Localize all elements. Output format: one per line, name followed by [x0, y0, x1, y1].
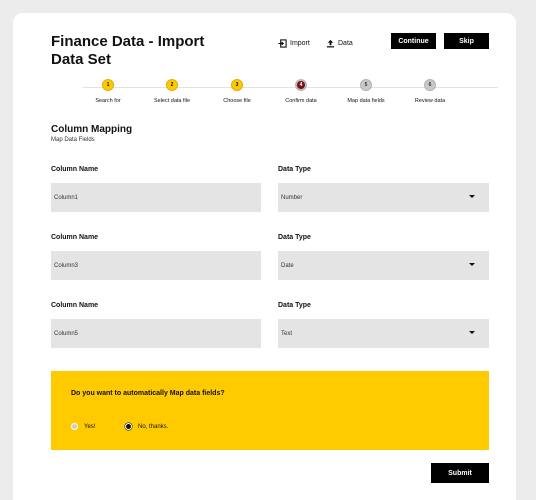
column-name-input[interactable]: Column5	[51, 319, 261, 348]
data-type-value: Date	[281, 262, 294, 269]
radio-yes-label: Yes!	[84, 423, 96, 430]
import-button[interactable]: Import	[278, 36, 310, 50]
step-label: Review data	[414, 98, 446, 104]
step-number-badge: 1	[102, 79, 114, 91]
data-type-select[interactable]: Text	[278, 319, 489, 348]
auto-map-question: Do you want to automatically Map data fi…	[71, 390, 225, 397]
data-type-value: Number	[281, 194, 303, 201]
section-title: Column Mapping	[51, 124, 133, 135]
column-name-label: Column Name	[51, 302, 99, 309]
column-name-label: Column Name	[51, 234, 99, 241]
step-search-for[interactable]: 1 Search for	[73, 79, 143, 104]
data-label: Data	[338, 39, 353, 47]
page-title: Finance Data - Import Data Set	[51, 33, 205, 68]
caret-down-icon	[469, 263, 475, 266]
submit-button[interactable]: Submit	[431, 463, 489, 483]
import-card: Finance Data - Import Data Set Import Da…	[13, 13, 516, 500]
caret-down-icon	[469, 195, 475, 198]
radio-no[interactable]: No, thanks.	[125, 423, 168, 430]
step-number-badge: 3	[231, 79, 243, 91]
data-type-select[interactable]: Date	[278, 251, 489, 280]
step-number-badge: 6	[424, 79, 436, 91]
step-number-badge: 5	[360, 79, 372, 91]
column-name-input[interactable]: Column1	[51, 183, 261, 212]
step-number-badge: 2	[166, 79, 178, 91]
radio-no-label: No, thanks.	[138, 423, 169, 430]
step-label: Confirm data	[285, 98, 317, 104]
caret-down-icon	[469, 331, 475, 334]
data-type-select[interactable]: Number	[278, 183, 489, 212]
column-name-label: Column Name	[51, 166, 99, 173]
step-choose-file[interactable]: 3 Choose file	[202, 79, 272, 104]
column-name-input[interactable]: Column3	[51, 251, 261, 280]
auto-map-panel: Do you want to automatically Map data fi…	[51, 371, 489, 450]
data-type-label: Data Type	[278, 234, 311, 241]
skip-button[interactable]: Skip	[444, 33, 489, 49]
data-type-label: Data Type	[278, 302, 311, 309]
step-label: Choose file	[223, 98, 251, 104]
data-type-value: Text	[281, 330, 293, 337]
step-label: Search for	[95, 98, 121, 104]
section-subtitle: Map Data Fields	[51, 137, 95, 143]
import-icon	[278, 38, 287, 48]
step-label: Select data file	[153, 98, 191, 104]
radio-selected-icon	[125, 423, 132, 430]
step-confirm-data[interactable]: 4 Confirm data	[266, 79, 336, 104]
upload-icon	[326, 39, 335, 47]
step-number-badge: 4	[295, 79, 307, 91]
radio-unselected-icon	[71, 423, 78, 430]
step-map-data-fields[interactable]: 5 Map data fields	[331, 79, 401, 104]
data-button[interactable]: Data	[326, 36, 353, 50]
continue-button[interactable]: Continue	[391, 33, 436, 49]
step-select-data-file[interactable]: 2 Select data file	[137, 79, 207, 104]
data-type-label: Data Type	[278, 166, 311, 173]
import-label: Import	[290, 39, 310, 47]
radio-yes[interactable]: Yes!	[71, 423, 95, 430]
step-label: Map data fields	[347, 98, 385, 104]
step-review-data[interactable]: 6 Review data	[395, 79, 465, 104]
